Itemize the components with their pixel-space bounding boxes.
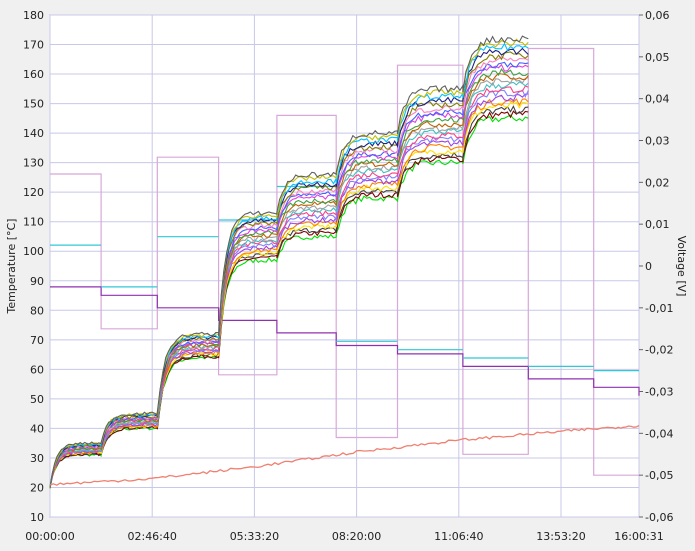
y-tick-label: 30: [30, 452, 44, 465]
y-tick-label: 40: [30, 422, 44, 435]
y-tick-label: 180: [23, 9, 44, 22]
y-tick-label: 120: [23, 186, 44, 199]
x-tick-label: 13:53:20: [536, 530, 585, 543]
y-tick-label: 150: [23, 98, 44, 111]
y2-tick-label: -0,06: [645, 511, 673, 524]
y-tick-label: 20: [30, 481, 44, 494]
y-tick-label: 140: [23, 127, 44, 140]
x-tick-label: 00:00:00: [25, 530, 74, 543]
x-tick-label: 05:33:20: [230, 530, 279, 543]
y2-tick-label: 0,01: [645, 218, 670, 231]
y2-tick-label: 0: [645, 260, 652, 273]
y-tick-label: 130: [23, 157, 44, 170]
y-tick-label: 170: [23, 39, 44, 52]
y-tick-label: 90: [30, 275, 44, 288]
y-tick-label: 160: [23, 68, 44, 81]
y2-tick-label: -0,02: [645, 344, 673, 357]
x-tick-label: 11:06:40: [434, 530, 483, 543]
plot-area: [49, 14, 640, 518]
y-tick-label: 60: [30, 363, 44, 376]
y2-tick-label: -0,04: [645, 427, 673, 440]
chart-root: 10 20 30 40 50 60 70 80 90 100 110 120 130 140 150 160 1…: [0, 0, 695, 547]
y2-tick-label: 0,06: [645, 9, 670, 22]
x-tick-label: 16:00:31: [614, 530, 663, 543]
y-tick-label: 10: [30, 511, 44, 524]
y-tick-label: 70: [30, 334, 44, 347]
y-tick-label: 50: [30, 393, 44, 406]
y-tick-label: 100: [23, 245, 44, 258]
y-axis-label: Temperature [°C]: [5, 219, 18, 315]
y2-tick-label: 0,03: [645, 135, 670, 148]
temperature-voltage-chart: 10 20 30 40 50 60 70 80 90 100 110 120 130 140 150 160 1…: [0, 0, 695, 547]
y2-tick-label: 0,02: [645, 176, 670, 189]
y2-tick-label: -0,01: [645, 302, 673, 315]
y2-tick-label: -0,03: [645, 386, 673, 399]
y-tick-label: 80: [30, 304, 44, 317]
x-tick-label: 02:46:40: [127, 530, 176, 543]
y2-tick-label: -0,05: [645, 469, 673, 482]
y2-tick-label: 0,04: [645, 93, 670, 106]
y-tick-label: 110: [23, 216, 44, 229]
y2-tick-label: 0,05: [645, 51, 670, 64]
y2-axis-label: Voltage [V]: [675, 236, 688, 297]
x-tick-label: 08:20:00: [332, 530, 381, 543]
